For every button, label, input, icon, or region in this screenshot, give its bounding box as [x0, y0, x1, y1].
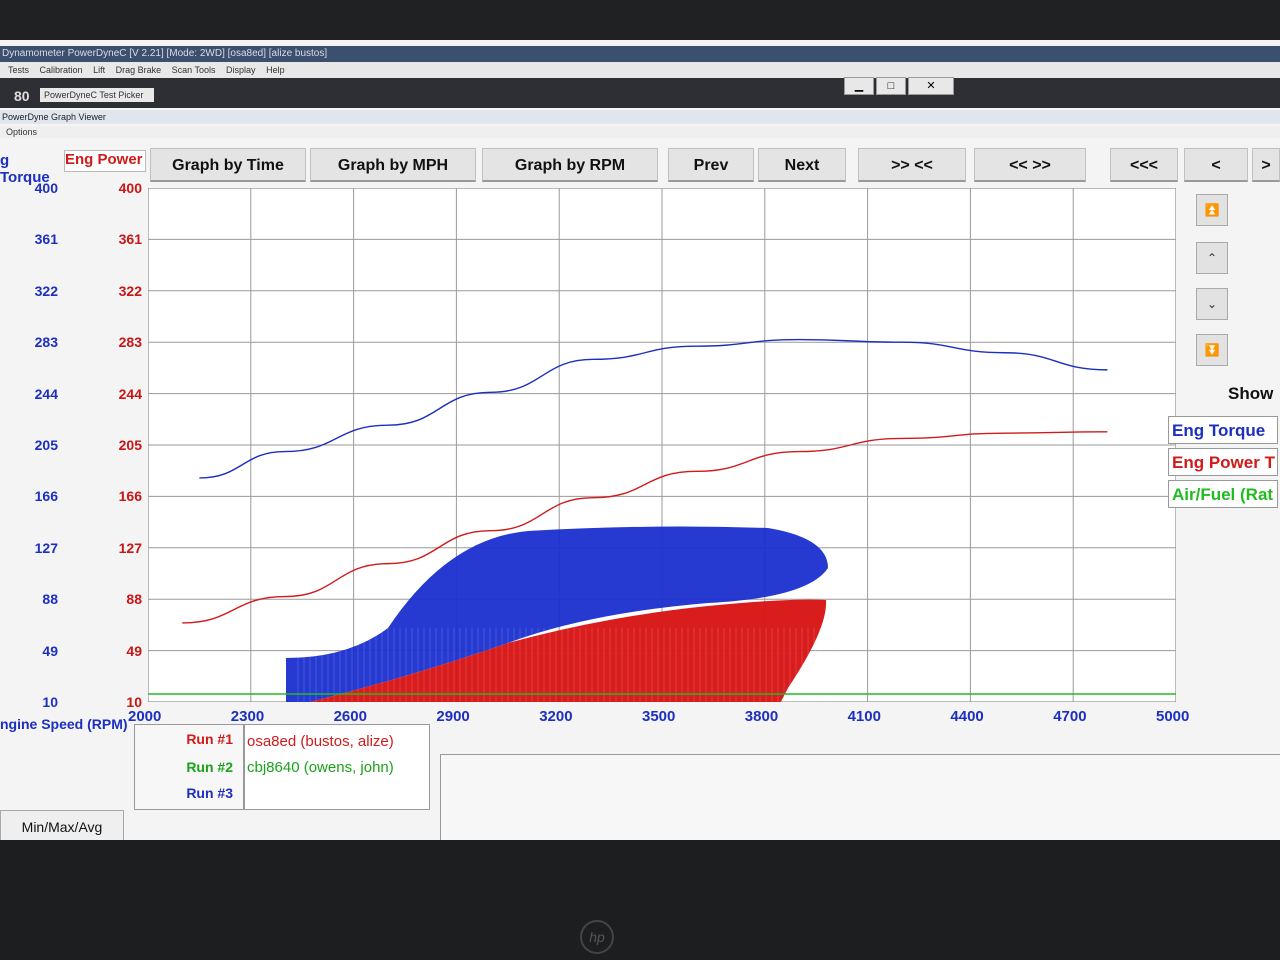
power-tick-label: 322: [118, 282, 142, 299]
run-1-value[interactable]: osa8ed (bustos, alize): [247, 733, 394, 750]
next-button[interactable]: Next: [758, 148, 846, 182]
double-up-icon[interactable]: ⏫: [1196, 194, 1228, 226]
viewer-titlebar: PowerDyne Graph Viewer: [0, 110, 1280, 124]
rpm-tick-label: 4100: [847, 708, 881, 725]
scroll-left-button[interactable]: <: [1184, 148, 1248, 182]
legend-eng-torque[interactable]: Eng Torque: [1168, 416, 1278, 444]
legend-air-fuel[interactable]: Air/Fuel (Rat: [1168, 480, 1278, 508]
run-labels-box: Run #1 Run #2 Run #3: [134, 724, 244, 810]
power-tick-label: 205: [118, 437, 142, 453]
torque-tick-label: 205: [34, 437, 58, 453]
legend-air-fuel-label: Air/Fuel (Rat: [1172, 485, 1274, 504]
run-1-label: Run #1: [186, 731, 233, 747]
dyno-chart: [148, 188, 1176, 702]
torque-tick-label: 88: [42, 591, 58, 608]
menu-display[interactable]: Display: [226, 65, 256, 75]
down-icon[interactable]: ⌄: [1196, 288, 1228, 320]
menu-tests[interactable]: Tests: [8, 65, 29, 75]
x-axis-label: ngine Speed (RPM): [0, 716, 128, 732]
maximize-button[interactable]: □: [876, 77, 906, 95]
torque-tick-label: 10: [42, 694, 58, 710]
test-picker-title[interactable]: PowerDyneC Test Picker: [40, 88, 154, 102]
power-tick-label: 244: [118, 385, 142, 402]
legend-eng-torque-label: Eng Torque: [1172, 421, 1266, 440]
show-label: Show: [1228, 384, 1274, 403]
torque-tick-label: 244: [34, 385, 58, 402]
run-values-box: osa8ed (bustos, alize) cbj8640 (owens, j…: [244, 724, 430, 810]
summary-panel: [440, 754, 1280, 840]
window-controls: ▁ □ ✕: [842, 76, 954, 95]
legend-eng-power[interactable]: Eng Power T: [1168, 448, 1278, 476]
power-axis-header: Eng Power: [64, 150, 146, 172]
rpm-tick-label: 4400: [950, 708, 984, 725]
rpm-tick-label: 3500: [642, 708, 676, 725]
power-tick-label: 49: [126, 642, 142, 659]
menu-calibration[interactable]: Calibration: [40, 65, 83, 75]
power-tick-label: 400: [118, 180, 142, 196]
run-2-label: Run #2: [186, 759, 233, 775]
right-panel: ⏫ ⌃ ⌄ ⏬ Show Eng Torque Eng Power T Air/…: [1168, 190, 1280, 610]
graph-by-time-button[interactable]: Graph by Time: [150, 148, 306, 182]
rpm-tick-label: 3200: [539, 708, 573, 725]
torque-tick-label: 127: [34, 539, 58, 556]
options-menu[interactable]: Options: [0, 126, 1280, 138]
menu-drag-brake[interactable]: Drag Brake: [116, 65, 162, 75]
monitor-bezel-bottom: [0, 840, 1280, 960]
torque-tick-label: 283: [34, 334, 58, 351]
torque-tick-label: 400: [34, 180, 58, 196]
power-tick-label: 361: [118, 231, 142, 248]
torque-axis-header: g Torque: [0, 152, 50, 186]
rpm-tick-label: 5000: [1156, 708, 1190, 725]
torque-tick-label: 322: [34, 282, 58, 299]
run-2-value[interactable]: cbj8640 (owens, john): [247, 759, 394, 776]
monitor-bezel-top: [0, 0, 1280, 40]
double-down-icon[interactable]: ⏬: [1196, 334, 1228, 366]
minimize-button[interactable]: ▁: [844, 77, 874, 95]
app-titlebar: Dynamometer PowerDyneC [V 2.21] [Mode: 2…: [0, 46, 1280, 62]
power-tick-label: 88: [126, 591, 142, 608]
menu-scan-tools[interactable]: Scan Tools: [172, 65, 216, 75]
power-tick-label: 283: [118, 334, 142, 351]
prev-button[interactable]: Prev: [668, 148, 754, 182]
graph-by-mph-button[interactable]: Graph by MPH: [310, 148, 476, 182]
rpm-tick-label: 4700: [1053, 708, 1087, 725]
scroll-right-button[interactable]: >: [1252, 148, 1280, 182]
rpm-tick-label: 3800: [744, 708, 779, 725]
min-max-avg-button[interactable]: Min/Max/Avg: [0, 810, 124, 840]
rpm-tick-label: 2900: [436, 708, 470, 725]
legend-eng-power-label: Eng Power T: [1172, 453, 1275, 472]
menu-bar: Tests Calibration Lift Drag Brake Scan T…: [0, 62, 1280, 79]
power-tick-label: 166: [118, 488, 142, 505]
up-icon[interactable]: ⌃: [1196, 242, 1228, 274]
close-button[interactable]: ✕: [908, 77, 954, 95]
zoom-out-button[interactable]: << >>: [974, 148, 1086, 182]
run-3-label: Run #3: [186, 785, 233, 801]
torque-tick-label: 49: [42, 642, 58, 659]
sub-number: 80: [14, 88, 30, 104]
graph-by-rpm-button[interactable]: Graph by RPM: [482, 148, 658, 182]
zoom-in-button[interactable]: >> <<: [858, 148, 966, 182]
torque-tick-label: 166: [34, 488, 58, 505]
background-window-strip: 80 PowerDyneC Test Picker: [0, 78, 1280, 108]
hp-logo-icon: hp: [580, 920, 614, 954]
torque-tick-label: 361: [34, 231, 58, 248]
rewind-button[interactable]: <<<: [1110, 148, 1178, 182]
rpm-tick-label: 2600: [333, 708, 367, 725]
menu-help[interactable]: Help: [266, 65, 285, 75]
rpm-tick-label: 2300: [230, 708, 265, 725]
menu-lift[interactable]: Lift: [93, 65, 105, 75]
screen: Dynamometer PowerDyneC [V 2.21] [Mode: 2…: [0, 40, 1280, 840]
power-tick-label: 127: [118, 539, 142, 556]
rpm-tick-label: 2000: [128, 708, 162, 725]
